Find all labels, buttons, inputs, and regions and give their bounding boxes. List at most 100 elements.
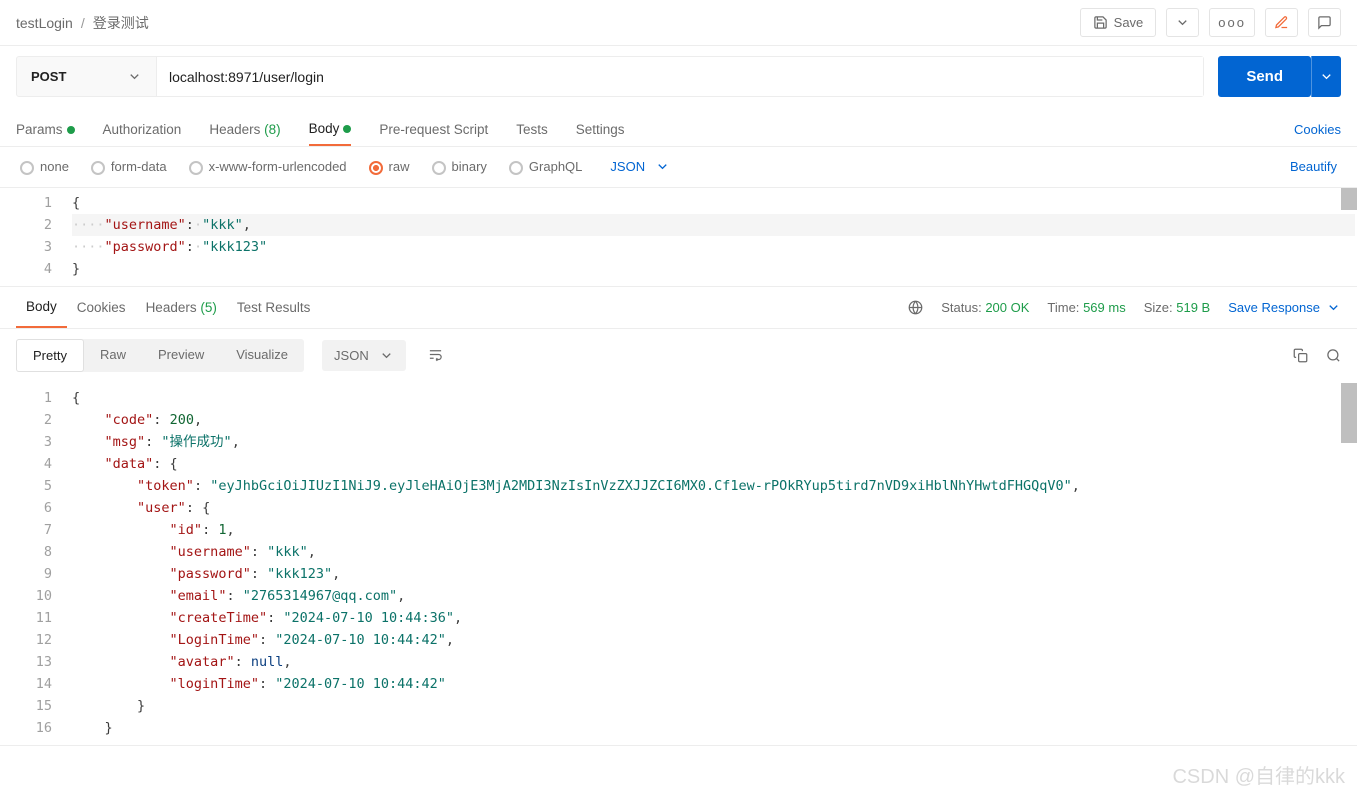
scrollbar-thumb[interactable]: [1341, 188, 1357, 210]
tab-settings[interactable]: Settings: [576, 114, 625, 145]
save-button[interactable]: Save: [1080, 8, 1157, 37]
json-key: "loginTime": [170, 676, 259, 692]
size-block: Size: 519 B: [1144, 300, 1211, 315]
save-icon: [1093, 15, 1108, 30]
headers-count: (8): [264, 122, 281, 137]
view-preview[interactable]: Preview: [142, 339, 220, 372]
response-body-editor[interactable]: 12345678910111213141516 { "code": 200, "…: [0, 383, 1357, 746]
send-dropdown[interactable]: [1311, 56, 1341, 97]
body-type-binary[interactable]: binary: [432, 159, 487, 175]
body-type-label: x-www-form-urlencoded: [209, 159, 347, 174]
scrollbar-thumb[interactable]: [1341, 383, 1357, 443]
copy-icon[interactable]: [1293, 348, 1308, 363]
view-visualize[interactable]: Visualize: [220, 339, 304, 372]
view-pretty[interactable]: Pretty: [16, 339, 84, 372]
json-key: "avatar": [170, 654, 235, 670]
code-area[interactable]: { ····"username":·"kkk",····"password":·…: [70, 188, 1357, 286]
save-label: Save: [1114, 15, 1144, 30]
more-options-button[interactable]: ooo: [1209, 8, 1255, 37]
status-label: Status:: [941, 300, 981, 315]
beautify-link[interactable]: Beautify: [1290, 159, 1337, 174]
tab-tests[interactable]: Tests: [516, 114, 548, 145]
chevron-down-icon: [379, 348, 394, 363]
tab-authorization[interactable]: Authorization: [103, 114, 182, 145]
wrap-lines-button[interactable]: [418, 339, 453, 373]
tab-prerequest[interactable]: Pre-request Script: [379, 114, 488, 145]
radio-icon: [91, 161, 105, 175]
time-value: 569 ms: [1083, 300, 1126, 315]
chevron-down-icon: [1319, 69, 1334, 84]
json-value: "kkk123": [267, 566, 332, 582]
tab-params[interactable]: Params: [16, 114, 75, 145]
response-tab-testresults[interactable]: Test Results: [227, 288, 321, 327]
size-label: Size:: [1144, 300, 1173, 315]
dot-indicator: [67, 126, 75, 134]
save-dropdown[interactable]: [1166, 8, 1199, 37]
line-gutter: 12345678910111213141516: [0, 383, 70, 745]
tab-body[interactable]: Body: [309, 113, 352, 146]
view-mode-toggle: Pretty Raw Preview Visualize: [16, 339, 304, 372]
save-response-label: Save Response: [1228, 300, 1320, 315]
method-url-bar: POST localhost:8971/user/login: [16, 56, 1204, 97]
response-tab-body[interactable]: Body: [16, 287, 67, 328]
body-type-raw[interactable]: raw: [369, 159, 410, 175]
body-type-graphql[interactable]: GraphQL: [509, 159, 582, 175]
tab-headers[interactable]: Headers (8): [209, 114, 280, 145]
watermark: CSDN @自律的kkk: [1172, 760, 1345, 789]
dot-indicator: [343, 125, 351, 133]
body-type-label: raw: [389, 159, 410, 174]
url-input[interactable]: localhost:8971/user/login: [157, 57, 1203, 96]
breadcrumb: testLogin / 登录测试: [16, 13, 149, 33]
status-block: Status: 200 OK: [941, 300, 1029, 315]
json-key: "msg": [105, 434, 146, 450]
json-key: "user": [137, 500, 186, 516]
line-gutter: 1234: [0, 188, 70, 286]
chevron-down-icon: [655, 159, 670, 174]
comments-button[interactable]: [1308, 8, 1341, 37]
brace: }: [72, 261, 80, 277]
raw-format-label: JSON: [610, 159, 645, 174]
json-key: "LoginTime": [170, 632, 259, 648]
body-type-xwww[interactable]: x-www-form-urlencoded: [189, 159, 347, 175]
http-method-value: POST: [31, 69, 66, 84]
json-key: "code": [105, 412, 154, 428]
radio-icon: [189, 161, 203, 175]
json-value: "kkk": [267, 544, 308, 560]
save-response-button[interactable]: Save Response: [1228, 300, 1341, 315]
cookies-link[interactable]: Cookies: [1294, 122, 1341, 137]
json-value: "操作成功": [161, 434, 231, 450]
time-block: Time: 569 ms: [1047, 300, 1125, 315]
json-value: "2024-07-10 10:44:42": [275, 676, 446, 692]
body-type-none[interactable]: none: [20, 159, 69, 175]
body-type-label: binary: [452, 159, 487, 174]
json-value: "eyJhbGciOiJIUzI1NiJ9.eyJleHAiOjE3MjA2MD…: [210, 478, 1072, 494]
json-key: "username": [105, 217, 186, 233]
comment-icon: [1317, 15, 1332, 30]
body-type-label: form-data: [111, 159, 167, 174]
json-key: "email": [170, 588, 227, 604]
code-area[interactable]: { "code": 200, "msg": "操作成功", "data": { …: [70, 383, 1357, 745]
radio-icon: [509, 161, 523, 175]
body-type-formdata[interactable]: form-data: [91, 159, 167, 175]
chevron-down-icon: [1326, 300, 1341, 315]
wrap-icon: [428, 347, 443, 362]
send-button[interactable]: Send: [1218, 56, 1311, 97]
response-format-select[interactable]: JSON: [322, 340, 406, 371]
tab-body-label: Body: [309, 121, 340, 136]
edit-button[interactable]: [1265, 8, 1298, 37]
json-key: "id": [170, 522, 203, 538]
json-value: "2765314967@qq.com": [243, 588, 397, 604]
json-key: "data": [105, 456, 154, 472]
response-tab-cookies[interactable]: Cookies: [67, 288, 136, 327]
request-body-editor[interactable]: 1234 { ····"username":·"kkk",····"passwo…: [0, 188, 1357, 287]
raw-format-select[interactable]: JSON: [610, 159, 670, 174]
view-raw[interactable]: Raw: [84, 339, 142, 372]
json-value: "2024-07-10 10:44:42": [275, 632, 446, 648]
search-icon[interactable]: [1326, 348, 1341, 363]
breadcrumb-collection[interactable]: testLogin: [16, 15, 73, 31]
breadcrumb-request[interactable]: 登录测试: [93, 13, 149, 33]
globe-icon[interactable]: [908, 300, 923, 315]
body-type-label: GraphQL: [529, 159, 582, 174]
response-tab-headers[interactable]: Headers (5): [136, 288, 227, 327]
http-method-select[interactable]: POST: [17, 57, 157, 96]
